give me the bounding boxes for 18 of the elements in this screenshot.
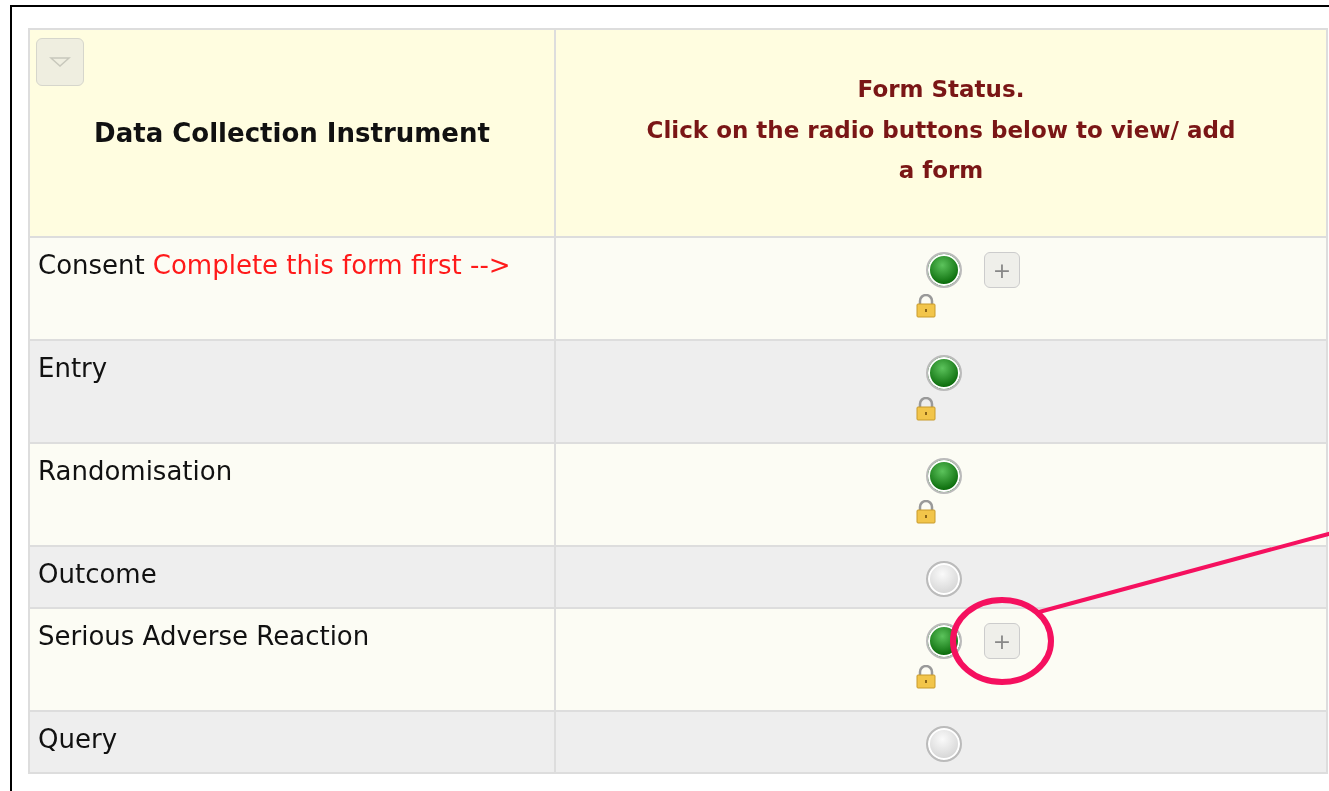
instrument-name: Entry	[38, 353, 108, 383]
status-radio[interactable]	[926, 561, 962, 597]
status-radio[interactable]	[926, 458, 962, 494]
triangle-down-icon	[49, 56, 71, 68]
instrument-name: Consent	[38, 250, 145, 280]
add-button[interactable]: +	[984, 623, 1020, 659]
column-title: Data Collection Instrument	[94, 118, 490, 148]
status-radio[interactable]	[926, 252, 962, 288]
instruction-note: Complete this form first -->	[152, 250, 511, 280]
column-title: Form Status.	[857, 76, 1025, 102]
add-button[interactable]: +	[984, 252, 1020, 288]
status-radio[interactable]	[926, 726, 962, 762]
instrument-name: Randomisation	[38, 456, 233, 486]
column-note: Click on the radio buttons below to view/ add a form	[645, 116, 1237, 185]
instrument-name: Outcome	[38, 559, 157, 589]
instrument-name: Serious Adverse Reaction	[38, 621, 370, 651]
status-radio[interactable]	[926, 355, 962, 391]
instrument-name: Query	[38, 724, 117, 754]
